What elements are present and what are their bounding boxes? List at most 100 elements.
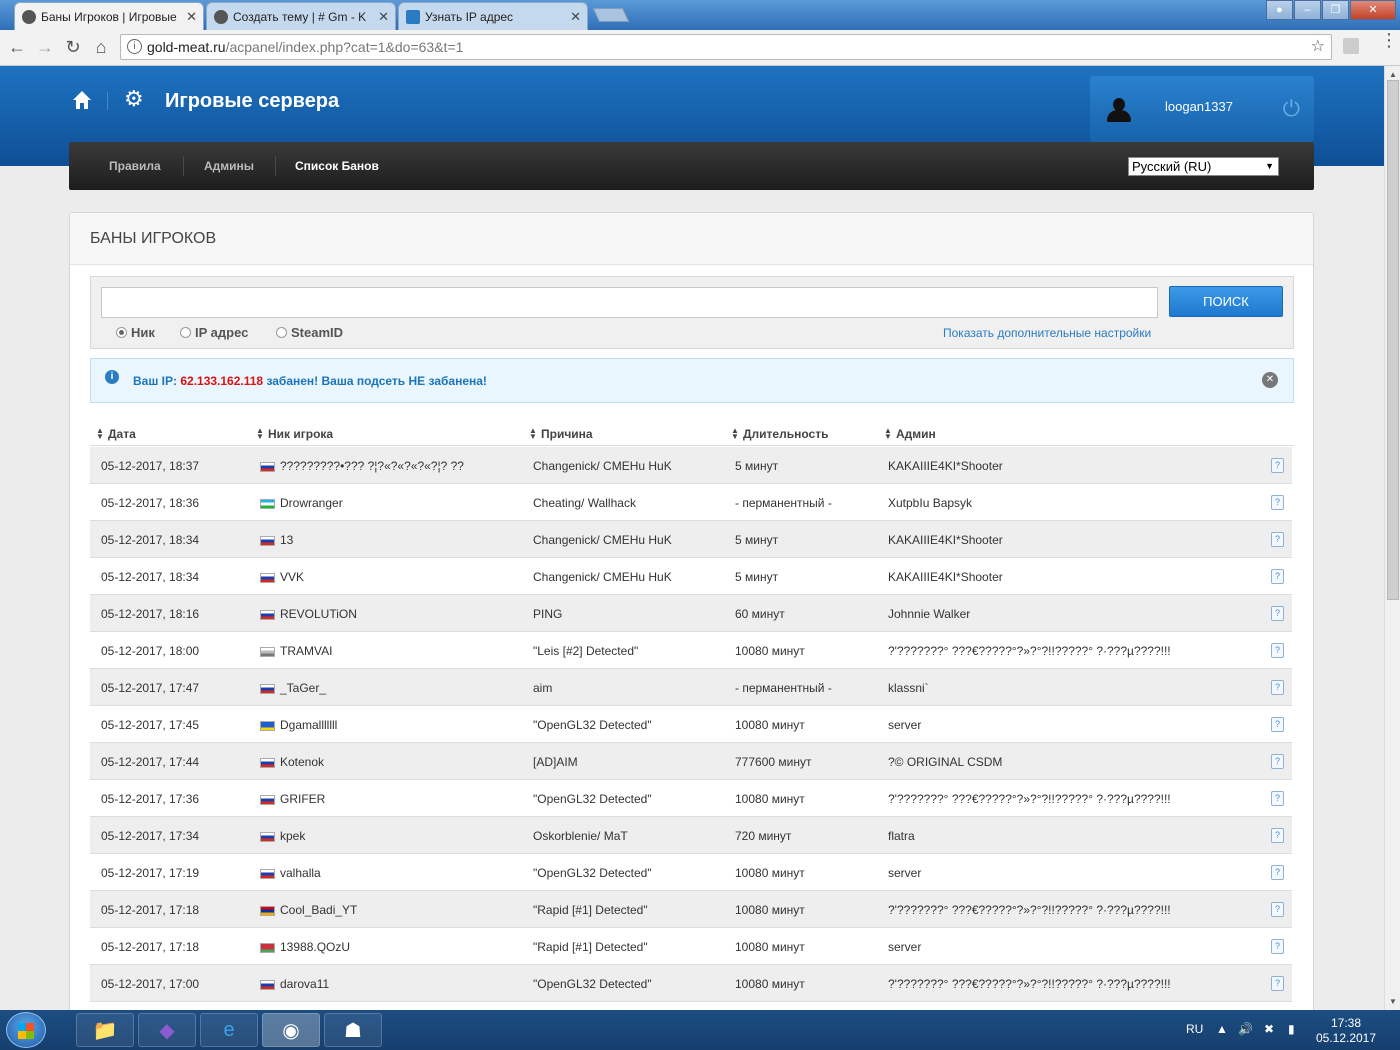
radio-dot[interactable] (276, 327, 287, 338)
radio-dot[interactable] (116, 327, 127, 338)
browser-menu-icon[interactable]: ⋮ (1380, 31, 1398, 49)
language-select[interactable]: Русский (RU) ▼ (1128, 157, 1279, 176)
scroll-down-icon[interactable]: ▼ (1389, 997, 1397, 1006)
player-nick: Drowranger (280, 496, 343, 510)
tab-bans[interactable]: Баны Игроков | Игровые ✕ (14, 2, 204, 30)
new-tab-button[interactable] (592, 8, 630, 22)
url-field[interactable]: i gold-meat.ru/acpanel/index.php?cat=1&d… (120, 34, 1332, 60)
tab-close-icon[interactable]: ✕ (570, 9, 581, 25)
tab-ip-lookup[interactable]: Узнать IP адрес ✕ (398, 2, 588, 30)
start-button[interactable] (6, 1012, 46, 1048)
column-date[interactable]: ▲ ▼ Дата (96, 427, 136, 442)
details-icon[interactable]: ? (1271, 754, 1284, 769)
ban-duration: 5 минут (735, 570, 779, 584)
more-settings-link[interactable]: Показать дополнительные настройки (943, 326, 1151, 340)
column-admin[interactable]: ▲ ▼ Админ (884, 427, 936, 442)
ban-duration: 10080 минут (735, 866, 805, 880)
maximize-button[interactable]: ❐ (1322, 0, 1349, 20)
details-icon[interactable]: ? (1271, 569, 1284, 584)
window-close-button[interactable]: ✕ (1350, 0, 1396, 20)
panel-title: БАНЫ ИГРОКОВ (90, 230, 217, 247)
explorer-icon[interactable]: 📁 (76, 1013, 134, 1047)
counter-strike-icon[interactable]: ☗ (324, 1013, 382, 1047)
gear-icon[interactable]: ⚙ (124, 88, 144, 110)
internet-explorer-icon[interactable]: e (200, 1013, 258, 1047)
tray-expand-icon[interactable]: ▲ (1216, 1022, 1228, 1036)
search-input[interactable] (101, 287, 1158, 318)
ban-date: 05-12-2017, 17:18 (101, 903, 200, 917)
nav-rules[interactable]: Правила (109, 159, 161, 173)
username[interactable]: loogan1337 (1165, 99, 1233, 114)
bookmark-star-icon[interactable]: ☆ (1311, 35, 1325, 59)
web-page: ⚙ Игровые сервера loogan1337 ⏻ Правила А… (0, 66, 1384, 1010)
back-icon[interactable]: ← (6, 37, 28, 57)
volume-icon[interactable]: 🔊 (1238, 1022, 1253, 1036)
ban-duration: 5 минут (735, 459, 779, 473)
network-error-icon[interactable]: ✖ (1264, 1022, 1274, 1036)
reload-icon[interactable]: ↻ (62, 37, 84, 57)
details-icon[interactable]: ? (1271, 532, 1284, 547)
nav-admins[interactable]: Админы (204, 159, 254, 173)
tab-close-icon[interactable]: ✕ (186, 9, 197, 25)
site-info-icon[interactable]: i (127, 39, 142, 54)
details-icon[interactable]: ? (1271, 828, 1284, 843)
details-icon[interactable]: ? (1271, 865, 1284, 880)
search-button[interactable]: ПОИСК (1169, 286, 1283, 317)
table-header: ▲ ▼ Дата ▲ ▼ Ник игрока ▲ ▼ Причина ▲ ▼ Длительн… (90, 418, 1294, 446)
column-label: Причина (541, 427, 593, 441)
user-profile-icon[interactable]: ● (1266, 0, 1293, 20)
site-title: Игровые сервера (165, 90, 340, 112)
table-row: 05-12-2017, 17:19 valhalla "OpenGL32 Detec… (90, 854, 1292, 891)
ban-admin: klassni` (888, 681, 929, 695)
column-nick[interactable]: ▲ ▼ Ник игрока (256, 427, 333, 442)
column-duration[interactable]: ▲ ▼ Длительность (731, 427, 828, 442)
chrome-icon[interactable]: ◉ (262, 1013, 320, 1047)
nav-banlist[interactable]: Список Банов (295, 159, 379, 173)
radio-ip[interactable]: IP адрес (180, 325, 248, 340)
details-icon[interactable]: ? (1271, 976, 1284, 991)
details-icon[interactable]: ? (1271, 495, 1284, 510)
details-icon[interactable]: ? (1271, 717, 1284, 732)
details-icon[interactable]: ? (1271, 902, 1284, 917)
radio-nick[interactable]: Ник (116, 325, 155, 340)
ban-duration: 60 минут (735, 607, 785, 621)
clock[interactable]: 17:38 05.12.2017 (1315, 1016, 1377, 1046)
scrollbar-thumb[interactable] (1387, 80, 1399, 600)
ban-date: 05-12-2017, 17:00 (101, 977, 200, 991)
avatar[interactable] (1104, 98, 1134, 124)
close-icon[interactable]: ✕ (1262, 372, 1278, 388)
details-icon[interactable]: ? (1271, 643, 1284, 658)
tab-title: Баны Игроков | Игровые (41, 9, 177, 24)
ban-reason: PING (533, 607, 563, 621)
visual-studio-icon[interactable]: ◆ (138, 1013, 196, 1047)
details-icon[interactable]: ? (1271, 680, 1284, 695)
details-icon[interactable]: ? (1271, 458, 1284, 473)
details-icon[interactable]: ? (1271, 606, 1284, 621)
radio-steamid[interactable]: SteamID (276, 325, 343, 340)
ban-duration: 10080 минут (735, 718, 805, 732)
minimize-button[interactable]: – (1294, 0, 1321, 20)
nav-divider (183, 156, 184, 176)
details-icon[interactable]: ? (1271, 791, 1284, 806)
radio-dot[interactable] (180, 327, 191, 338)
forward-icon[interactable]: → (34, 37, 56, 57)
ban-duration: 10080 минут (735, 792, 805, 806)
power-icon[interactable]: ⏻ (1283, 96, 1300, 122)
home-icon[interactable] (72, 90, 92, 110)
signal-icon[interactable]: ▮ (1288, 1022, 1295, 1036)
ban-admin: KAKAIIIE4KI*Shooter (888, 570, 1003, 584)
column-reason[interactable]: ▲ ▼ Причина (529, 427, 593, 442)
table-row: 05-12-2017, 17:34 kpek Oskorblenie/ MaT 720… (90, 817, 1292, 854)
ban-duration: 5 минут (735, 533, 779, 547)
tab-close-icon[interactable]: ✕ (378, 9, 389, 25)
player-nick: 13 (280, 533, 294, 547)
language-indicator[interactable]: RU (1186, 1022, 1203, 1036)
extension-icon[interactable] (1343, 38, 1359, 54)
page-scrollbar[interactable]: ▲ ▼ (1384, 66, 1400, 1010)
details-icon[interactable]: ? (1271, 939, 1284, 954)
home-browser-icon[interactable]: ⌂ (90, 37, 112, 57)
player-nick: valhalla (280, 866, 321, 880)
tab-favicon-icon (22, 10, 36, 24)
tab-create-topic[interactable]: Создать тему | # Gm - K ✕ (206, 2, 396, 30)
scroll-up-icon[interactable]: ▲ (1389, 70, 1397, 79)
